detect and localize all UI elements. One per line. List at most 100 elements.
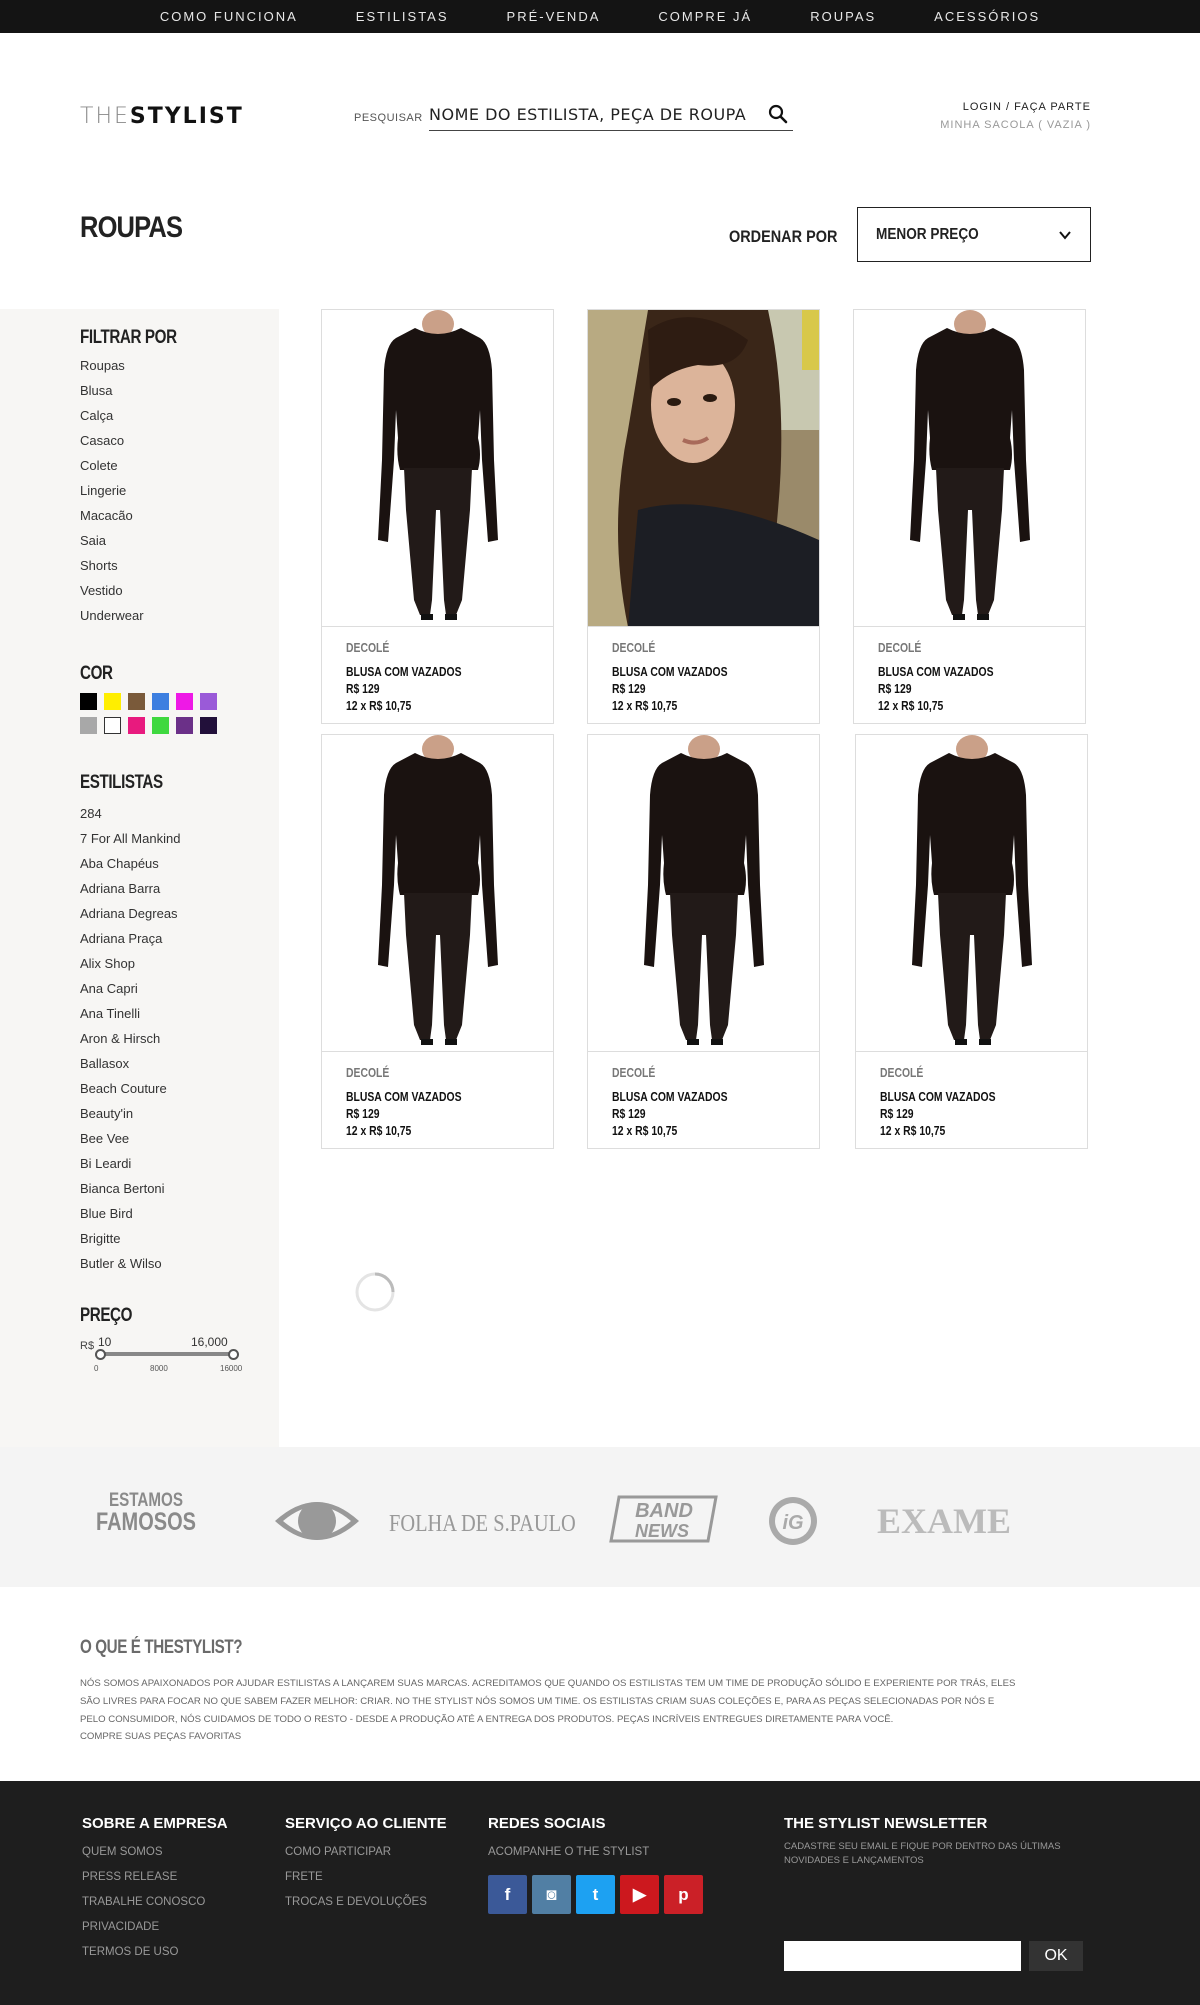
- product-card[interactable]: DECOLÉ BLUSA COM VAZADOS R$ 129 12 x R$ 10,…: [855, 734, 1088, 1149]
- instagram-icon[interactable]: ◙: [532, 1875, 571, 1914]
- footer-social-sub[interactable]: ACOMPANHE O THE STYLIST: [488, 1840, 703, 1865]
- stylist-item[interactable]: 284: [80, 801, 180, 826]
- category-item[interactable]: Colete: [80, 453, 144, 478]
- color-swatch[interactable]: [104, 717, 121, 734]
- color-swatch[interactable]: [152, 693, 169, 710]
- footer-link-trabalhe[interactable]: TRABALHE CONOSCO: [82, 1890, 228, 1915]
- product-card[interactable]: DECOLÉ BLUSA COM VAZADOS R$ 129 12 x R$ 10,…: [587, 309, 820, 724]
- product-image[interactable]: [856, 735, 1087, 1052]
- twitter-icon[interactable]: t: [576, 1875, 615, 1914]
- pinterest-icon[interactable]: p: [664, 1875, 703, 1914]
- footer-link-quem-somos[interactable]: QUEM SOMOS: [82, 1840, 228, 1865]
- stylist-item[interactable]: Adriana Praça: [80, 926, 180, 951]
- footer-link-frete[interactable]: FRETE: [285, 1865, 447, 1890]
- search-icon[interactable]: [767, 103, 789, 125]
- category-item[interactable]: Macacão: [80, 503, 144, 528]
- category-item[interactable]: Saia: [80, 528, 144, 553]
- color-swatch[interactable]: [176, 693, 193, 710]
- youtube-icon[interactable]: ▶: [620, 1875, 659, 1914]
- topnav-estilistas[interactable]: ESTILISTAS: [356, 9, 449, 24]
- topnav-acessorios[interactable]: ACESSÓRIOS: [934, 9, 1040, 24]
- facebook-icon[interactable]: f: [488, 1875, 527, 1914]
- color-swatch[interactable]: [128, 693, 145, 710]
- color-swatch[interactable]: [80, 693, 97, 710]
- stylist-item[interactable]: Ana Capri: [80, 976, 180, 1001]
- press-section: ESTAMOS FAMOSOS FOLHA DE S.PAULO BAND NE…: [0, 1447, 1200, 1587]
- color-swatch[interactable]: [128, 717, 145, 734]
- account-links: LOGIN / FAÇA PARTE MINHA SACOLA ( VAZIA …: [940, 101, 1091, 131]
- product-image[interactable]: [322, 310, 553, 627]
- stylist-item[interactable]: Alix Shop: [80, 951, 180, 976]
- newsletter-text: Cadastre seu email e fique por dentro da…: [784, 1841, 1061, 1866]
- category-item[interactable]: Casaco: [80, 428, 144, 453]
- logo-stylist: STYLIST: [129, 104, 244, 129]
- topnav-roupas[interactable]: ROUPAS: [810, 9, 876, 24]
- color-swatch[interactable]: [200, 693, 217, 710]
- stylist-item[interactable]: Beach Couture: [80, 1076, 180, 1101]
- order-select[interactable]: MENOR PREÇO: [857, 207, 1091, 262]
- footer-service: SERVIÇO AO CLIENTE COMO PARTICIPAR FRETE…: [285, 1815, 447, 1915]
- product-price: R$ 129: [346, 1106, 380, 1121]
- product-image[interactable]: [854, 310, 1085, 627]
- product-brand: DECOLÉ: [346, 1065, 390, 1080]
- category-item[interactable]: Shorts: [80, 553, 144, 578]
- product-image[interactable]: [588, 735, 819, 1052]
- stylist-item[interactable]: Aron & Hirsch: [80, 1026, 180, 1051]
- about-title: O QUE É THESTYLIST?: [80, 1637, 243, 1658]
- login-link[interactable]: LOGIN / FAÇA PARTE: [940, 101, 1091, 113]
- stylist-item[interactable]: Ana Tinelli: [80, 1001, 180, 1026]
- stylist-item[interactable]: Butler & Wilso: [80, 1251, 180, 1276]
- slider-max-handle[interactable]: [228, 1349, 239, 1360]
- stylist-item[interactable]: Bee Vee: [80, 1126, 180, 1151]
- tick-label: 8000: [150, 1364, 168, 1373]
- stylist-item[interactable]: Ballasox: [80, 1051, 180, 1076]
- product-card[interactable]: DECOLÉ BLUSA COM VAZADOS R$ 129 12 x R$ 10,…: [853, 309, 1086, 724]
- color-swatch[interactable]: [152, 717, 169, 734]
- product-image[interactable]: [588, 310, 819, 627]
- category-item[interactable]: Calça: [80, 403, 144, 428]
- stylist-item[interactable]: Bianca Bertoni: [80, 1176, 180, 1201]
- stylists-title: ESTILISTAS: [80, 772, 163, 793]
- shopping-bag-link[interactable]: MINHA SACOLA ( VAZIA ): [940, 119, 1091, 131]
- product-image[interactable]: [322, 735, 553, 1052]
- topnav-compre-ja[interactable]: COMPRE JÁ: [658, 9, 752, 24]
- footer-link-privacidade[interactable]: PRIVACIDADE: [82, 1915, 228, 1940]
- category-item[interactable]: Lingerie: [80, 478, 144, 503]
- color-swatch[interactable]: [104, 693, 121, 710]
- category-item[interactable]: Vestido: [80, 578, 144, 603]
- search-input[interactable]: [429, 99, 759, 129]
- footer-link-trocas[interactable]: TROCAS E DEVOLUÇÕES: [285, 1890, 447, 1915]
- footer-link-termos[interactable]: TERMOS DE USO: [82, 1940, 228, 1965]
- color-swatch[interactable]: [200, 717, 217, 734]
- category-item[interactable]: Blusa: [80, 378, 144, 403]
- stylist-list: 284 7 For All Mankind Aba Chapéus Adriana B…: [80, 801, 180, 1276]
- price-min-value: 10: [98, 1335, 112, 1349]
- social-buttons: f ◙ t ▶ p: [488, 1875, 703, 1914]
- site-logo[interactable]: THESTYLIST: [80, 105, 244, 129]
- filter-title: FILTRAR POR: [80, 327, 177, 348]
- slider-track[interactable]: [98, 1352, 234, 1356]
- slider-min-handle[interactable]: [95, 1349, 106, 1360]
- stylist-item[interactable]: Beauty'in: [80, 1101, 180, 1126]
- footer-link-press-release[interactable]: PRESS RELEASE: [82, 1865, 228, 1890]
- newsletter-email-input[interactable]: [784, 1941, 1021, 1971]
- product-card[interactable]: DECOLÉ BLUSA COM VAZADOS R$ 129 12 x R$ 10,…: [587, 734, 820, 1149]
- stylist-item[interactable]: Adriana Degreas: [80, 901, 180, 926]
- color-swatch[interactable]: [80, 717, 97, 734]
- stylist-item[interactable]: Brigitte: [80, 1226, 180, 1251]
- stylist-item[interactable]: Blue Bird: [80, 1201, 180, 1226]
- stylist-item[interactable]: 7 For All Mankind: [80, 826, 180, 851]
- product-card[interactable]: DECOLÉ BLUSA COM VAZADOS R$ 129 12 x R$ 10,…: [321, 734, 554, 1149]
- stylist-item[interactable]: Adriana Barra: [80, 876, 180, 901]
- product-card[interactable]: DECOLÉ BLUSA COM VAZADOS R$ 129 12 x R$ 10,…: [321, 309, 554, 724]
- about-cta-link[interactable]: Compre suas peças favoritas: [80, 1731, 241, 1742]
- topnav-como-funciona[interactable]: COMO FUNCIONA: [160, 9, 298, 24]
- category-item[interactable]: Underwear: [80, 603, 144, 628]
- color-swatch[interactable]: [176, 717, 193, 734]
- stylist-item[interactable]: Bi Leardi: [80, 1151, 180, 1176]
- category-item[interactable]: Roupas: [80, 353, 144, 378]
- topnav-pre-venda[interactable]: PRÉ-VENDA: [507, 9, 601, 24]
- footer-link-como-participar[interactable]: COMO PARTICIPAR: [285, 1840, 447, 1865]
- newsletter-submit-button[interactable]: OK: [1029, 1941, 1083, 1971]
- stylist-item[interactable]: Aba Chapéus: [80, 851, 180, 876]
